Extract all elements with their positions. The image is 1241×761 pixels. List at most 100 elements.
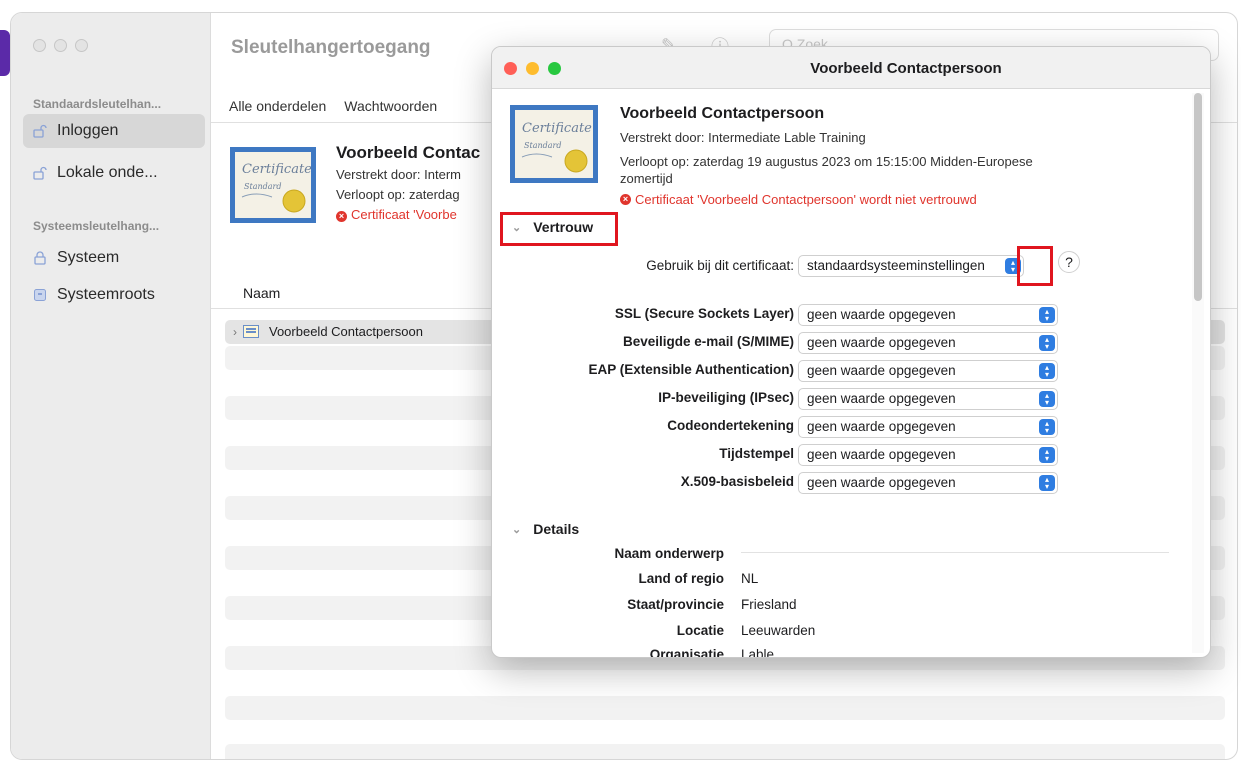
- trust-select-value: geen waarde opgegeven: [807, 475, 956, 490]
- highlight-box-vertrouw: [500, 212, 618, 246]
- details-section-label: Details: [533, 521, 580, 537]
- sidebar-item-systeemroots[interactable]: Systeemroots: [23, 278, 205, 312]
- trust-select-value: geen waarde opgegeven: [807, 363, 956, 378]
- column-header-label: Naam: [243, 285, 281, 301]
- sidebar-item-label: Inloggen: [57, 122, 119, 139]
- table-row: [225, 744, 1225, 759]
- certificate-window-titlebar: Voorbeeld Contactpersoon: [492, 47, 1210, 89]
- issued-by: Verstrekt door: Intermediate Lable Train…: [620, 130, 866, 145]
- trust-label-eap: EAP (Extensible Authentication): [588, 362, 794, 377]
- chevron-updown-icon: ▴ ▾: [1039, 475, 1055, 491]
- chevron-updown-icon: ▴ ▾: [1039, 447, 1055, 463]
- chevron-updown-icon: ▴ ▾: [1039, 391, 1055, 407]
- trust-label-ssl: SSL (Secure Sockets Layer): [614, 306, 794, 321]
- sidebar-item-label: Systeem: [57, 249, 120, 266]
- scrollbar-thumb[interactable]: [1194, 93, 1202, 301]
- trust-select-value: geen waarde opgegeven: [807, 307, 956, 322]
- zoom-button[interactable]: [75, 39, 88, 52]
- trust-error: × Certificaat 'Voorbeeld Contactpersoon' …: [620, 192, 977, 207]
- trust-select-ipsec[interactable]: geen waarde opgegeven ▴ ▾: [798, 388, 1058, 410]
- row-text: Voorbeeld Contactpersoon: [269, 324, 423, 339]
- detail-value-organization: Lable: [741, 647, 775, 658]
- trust-label-codesign: Codeondertekening: [667, 418, 794, 433]
- svg-text:Standard: Standard: [244, 182, 281, 191]
- certificate-name: Voorbeeld Contactpersoon: [620, 105, 825, 122]
- detail-label-state: Staat/provincie: [627, 597, 724, 612]
- help-button[interactable]: ?: [1058, 251, 1080, 273]
- vertical-scrollbar[interactable]: [1192, 93, 1204, 653]
- detail-label-organization: Organisatie: [649, 647, 724, 658]
- divider: [741, 552, 1169, 553]
- lock-icon: [33, 251, 47, 265]
- tab-alle-onderdelen[interactable]: Alle onderdelen: [229, 98, 326, 114]
- sidebar-item-label: Lokale onde...: [57, 164, 158, 181]
- certificate-window-title: Voorbeeld Contactpersoon: [810, 60, 1002, 77]
- svg-text:Standard: Standard: [524, 141, 561, 150]
- trust-label-x509: X.509-basisbeleid: [680, 474, 794, 489]
- expires: Verloopt op: zaterdag 19 augustus 2023 o…: [620, 154, 1033, 186]
- desktop-edge: [0, 30, 10, 76]
- minimize-button[interactable]: [54, 39, 67, 52]
- summary-title: Voorbeeld Contac: [336, 143, 481, 162]
- svg-text:Certificate: Certificate: [522, 121, 592, 136]
- chevron-updown-icon: ▴ ▾: [1039, 307, 1055, 323]
- trust-label-ipsec: IP-beveiliging (IPsec): [658, 390, 794, 405]
- trust-select-eap[interactable]: geen waarde opgegeven ▴ ▾: [798, 360, 1058, 382]
- certificate-icon: Certificate Standard: [230, 147, 316, 223]
- trust-select-smime[interactable]: geen waarde opgegeven ▴ ▾: [798, 332, 1058, 354]
- summary-error: × Certificaat 'Voorbe: [336, 207, 457, 222]
- certificate-icon: Certificate Standard: [510, 105, 598, 183]
- sidebar: Standaardsleutelhan... Inloggen Lokale o…: [11, 13, 211, 759]
- lock-open-icon: [33, 124, 47, 138]
- window-controls-inactive[interactable]: [33, 39, 88, 52]
- window-title: Sleutelhangertoegang: [231, 37, 431, 58]
- chevron-updown-icon: ▴ ▾: [1039, 419, 1055, 435]
- sidebar-item-systeem[interactable]: Systeem: [23, 241, 205, 275]
- subject-name-label: Naam onderwerp: [614, 546, 724, 561]
- lock-open-icon: [33, 166, 47, 180]
- trust-error-text: Certificaat 'Voorbeeld Contactpersoon' w…: [635, 192, 977, 207]
- row-label: › Voorbeeld Contactpersoon: [233, 324, 423, 339]
- close-button[interactable]: [33, 39, 46, 52]
- summary-error-text: Certificaat 'Voorbe: [351, 207, 457, 222]
- summary-expires: Verloopt op: zaterdag: [336, 187, 460, 202]
- certificate-summary: Certificate Standard Voorbeeld Contac Ve…: [226, 141, 526, 253]
- tab-wachtwoorden[interactable]: Wachtwoorden: [344, 98, 437, 114]
- cabinet-icon: [33, 288, 47, 302]
- trust-label-smime: Beveiligde e-mail (S/MIME): [622, 334, 794, 349]
- certificate-file-icon: [243, 325, 259, 338]
- use-certificate-value: standaardsysteeminstellingen: [807, 258, 985, 273]
- svg-text:Certificate: Certificate: [242, 162, 312, 177]
- trust-select-timestamp[interactable]: geen waarde opgegeven ▴ ▾: [798, 444, 1058, 466]
- sidebar-item-inloggen[interactable]: Inloggen: [23, 114, 205, 148]
- trust-label-timestamp: Tijdstempel: [719, 446, 794, 461]
- trust-select-value: geen waarde opgegeven: [807, 335, 956, 350]
- detail-value-state: Friesland: [741, 597, 797, 612]
- highlight-box-select: [1017, 246, 1053, 286]
- error-icon: ×: [620, 194, 631, 205]
- summary-issued: Verstrekt door: Interm: [336, 167, 461, 182]
- detail-label-country: Land of regio: [638, 571, 725, 586]
- table-row: [225, 696, 1225, 720]
- detail-value-country: NL: [741, 571, 759, 586]
- trust-select-value: geen waarde opgegeven: [807, 391, 956, 406]
- trust-select-x509[interactable]: geen waarde opgegeven ▴ ▾: [798, 472, 1058, 494]
- detail-value-locality: Leeuwarden: [741, 623, 816, 638]
- trust-select-value: geen waarde opgegeven: [807, 419, 956, 434]
- sidebar-section-default: Standaardsleutelhan...: [33, 97, 162, 111]
- trust-select-value: geen waarde opgegeven: [807, 447, 956, 462]
- details-section-toggle[interactable]: ⌄ Details: [512, 521, 579, 537]
- sidebar-item-lokale[interactable]: Lokale onde...: [23, 156, 205, 190]
- trust-select-codesign[interactable]: geen waarde opgegeven ▴ ▾: [798, 416, 1058, 438]
- sidebar-item-label: Systeemroots: [57, 286, 155, 303]
- error-icon: ×: [336, 211, 347, 222]
- chevron-down-icon: ⌄: [512, 523, 522, 536]
- chevron-updown-icon: ▴ ▾: [1039, 363, 1055, 379]
- sidebar-section-system: Systeemsleutelhang...: [33, 219, 160, 233]
- chevron-right-icon[interactable]: ›: [233, 325, 237, 339]
- use-certificate-label: Gebruik bij dit certificaat:: [646, 258, 794, 273]
- chevron-updown-icon: ▴ ▾: [1039, 335, 1055, 351]
- trust-select-ssl[interactable]: geen waarde opgegeven ▴ ▾: [798, 304, 1058, 326]
- use-certificate-select[interactable]: standaardsysteeminstellingen ▴ ▾: [798, 255, 1024, 277]
- certificate-window: Voorbeeld Contactpersoon Certificate Sta…: [491, 46, 1211, 658]
